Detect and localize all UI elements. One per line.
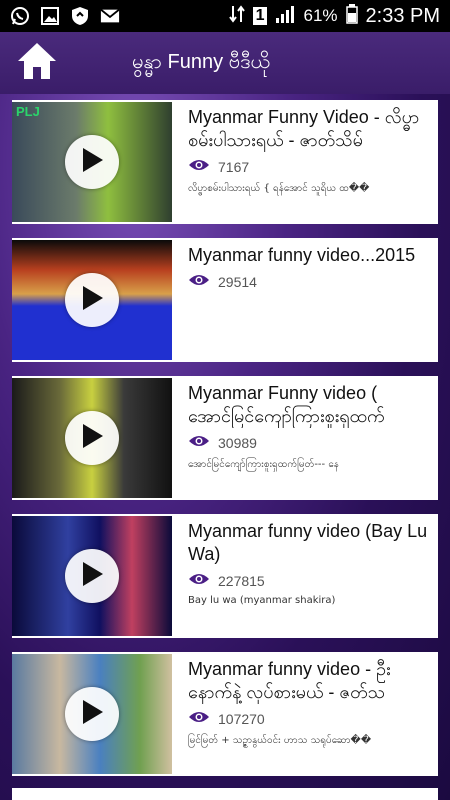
eye-icon bbox=[188, 572, 210, 589]
home-button[interactable] bbox=[6, 32, 68, 94]
thumbnail-tag: PLJ bbox=[16, 104, 40, 119]
video-item[interactable]: PLJ Myanmar Funny Video - လိပ္ဓာစမ်းပါသာ… bbox=[12, 100, 438, 224]
signal-icon bbox=[275, 4, 295, 29]
play-button[interactable] bbox=[65, 687, 119, 741]
play-button[interactable] bbox=[65, 549, 119, 603]
video-thumbnail[interactable] bbox=[12, 240, 172, 360]
video-title: Myanmar Funny video ( အောင်မြင်ကျော်ကြား… bbox=[188, 383, 385, 426]
view-count: 227815 bbox=[188, 572, 430, 589]
play-button[interactable] bbox=[65, 135, 119, 189]
video-item[interactable]: Myanmar funny video...2015 29514 bbox=[12, 238, 438, 362]
video-thumbnail[interactable] bbox=[12, 378, 172, 498]
play-button[interactable] bbox=[65, 411, 119, 465]
data-arrows-icon bbox=[228, 4, 245, 29]
page-title: မွန္မာ Funny ဗီဒီယို bbox=[132, 51, 270, 73]
video-title: Myanmar funny video...2015 bbox=[188, 245, 416, 265]
eye-icon bbox=[188, 710, 210, 727]
shield-icon bbox=[70, 6, 90, 26]
video-title: Myanmar funny video (Bay Lu Wa) bbox=[188, 521, 428, 564]
play-icon bbox=[80, 285, 104, 315]
sim-icon: 1 bbox=[252, 7, 268, 25]
view-count: 30989 bbox=[188, 434, 430, 451]
video-description: မြင်မြတ် + သဉ္ဇာနွယ်ဝင်း ဟာသ သရုပ်ဆော�� bbox=[188, 735, 372, 746]
image-icon bbox=[40, 6, 60, 26]
play-icon bbox=[80, 699, 104, 729]
view-count: 29514 bbox=[188, 273, 430, 290]
video-description: အောင်မြင်ကျော်ကြားစူးရှထက်မြတ်--- နေ bbox=[188, 459, 339, 470]
view-count-value: 227815 bbox=[218, 572, 265, 589]
whatsapp-icon bbox=[10, 6, 30, 26]
play-icon bbox=[80, 147, 104, 177]
battery-percent: 61% bbox=[303, 6, 338, 25]
video-item[interactable]: Myanmar funny video (Bay Lu Wa) 227815 B… bbox=[12, 514, 438, 638]
view-count-value: 29514 bbox=[218, 273, 257, 290]
view-count-value: 30989 bbox=[218, 434, 257, 451]
next-video-item-partial[interactable] bbox=[12, 788, 438, 800]
play-button[interactable] bbox=[65, 273, 119, 327]
video-thumbnail[interactable] bbox=[12, 516, 172, 636]
video-title: Myanmar Funny Video - လိပ္ဓာစမ်းပါသားရယ်… bbox=[188, 107, 420, 150]
video-description: Bay lu wa (myanmar shakira) bbox=[188, 595, 336, 606]
gmail-icon bbox=[100, 6, 120, 26]
video-item[interactable]: Myanmar Funny video ( အောင်မြင်ကျော်ကြား… bbox=[12, 376, 438, 500]
video-description: လိပ္ဓာစမ်းပါသားရယ် { ရန်အောင် သူရိယ ထ�� bbox=[188, 183, 370, 194]
status-bar: 1 61% 2:33 PM bbox=[0, 0, 450, 32]
app-header: မွန္မာ Funny ဗီဒီယို bbox=[0, 32, 450, 94]
view-count: 7167 bbox=[188, 158, 430, 175]
video-thumbnail[interactable] bbox=[12, 654, 172, 774]
home-icon bbox=[16, 41, 58, 85]
clock: 2:33 PM bbox=[365, 4, 440, 27]
view-count-value: 107270 bbox=[218, 710, 265, 727]
video-item[interactable]: Myanmar funny video - ဦးနောက်နဲ့ လုပ်စား… bbox=[12, 652, 438, 776]
view-count-value: 7167 bbox=[218, 158, 250, 175]
play-icon bbox=[80, 561, 104, 591]
video-thumbnail[interactable]: PLJ bbox=[12, 102, 172, 222]
video-title: Myanmar funny video - ဦးနောက်နဲ့ လုပ်စား… bbox=[188, 659, 391, 702]
play-icon bbox=[80, 423, 104, 453]
eye-icon bbox=[188, 434, 210, 451]
view-count: 107270 bbox=[188, 710, 430, 727]
eye-icon bbox=[188, 273, 210, 290]
battery-icon bbox=[345, 3, 358, 29]
eye-icon bbox=[188, 158, 210, 175]
